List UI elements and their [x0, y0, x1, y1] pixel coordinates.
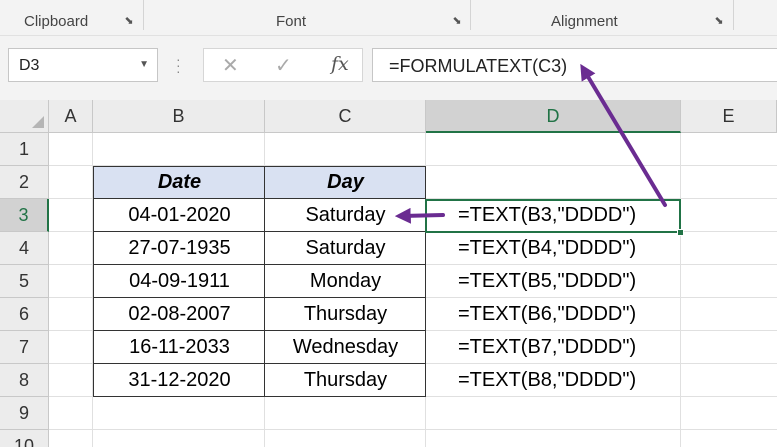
alignment-group-label: Alignment: [551, 13, 618, 30]
clipboard-launcher-icon[interactable]: ⬊: [123, 15, 135, 27]
row-header-3[interactable]: 3: [0, 199, 49, 232]
row-header-5[interactable]: 5: [0, 265, 49, 298]
formula-cell[interactable]: =TEXT(B7,"DDDD"): [426, 331, 681, 364]
day-cell[interactable]: Saturday: [265, 199, 426, 232]
day-cell[interactable]: Monday: [265, 265, 426, 298]
formula-bar: D3 ▼ · · · ✕ ✓ fx =FORMULATEXT(C3): [0, 36, 777, 100]
drag-handle-icon[interactable]: · · ·: [176, 52, 182, 78]
insert-function-icon[interactable]: fx: [331, 53, 349, 75]
date-cell[interactable]: 04-09-1911: [94, 265, 265, 298]
gridline: [92, 133, 93, 447]
group-separator: [733, 0, 734, 30]
row-header-8[interactable]: 8: [0, 364, 49, 397]
group-separator: [143, 0, 144, 30]
column-header-c[interactable]: C: [265, 100, 426, 133]
column-header-a[interactable]: A: [49, 100, 93, 133]
date-cell[interactable]: 16-11-2033: [94, 331, 265, 364]
table-border: [93, 264, 426, 265]
table-border: [93, 231, 426, 232]
row-header-6[interactable]: 6: [0, 298, 49, 331]
row-header-4[interactable]: 4: [0, 232, 49, 265]
gridline: [49, 429, 777, 430]
header-cell-day[interactable]: Day: [265, 166, 426, 199]
table-border: [93, 198, 426, 199]
name-box-value: D3: [19, 57, 40, 74]
formula-cell[interactable]: =TEXT(B5,"DDDD"): [426, 265, 681, 298]
formula-cell[interactable]: =TEXT(B8,"DDDD"): [426, 364, 681, 397]
row-header-9[interactable]: 9: [0, 397, 49, 430]
font-launcher-icon[interactable]: ⬊: [451, 15, 463, 27]
row-header-7[interactable]: 7: [0, 331, 49, 364]
confirm-icon[interactable]: ✓: [275, 53, 292, 78]
row-header-1[interactable]: 1: [0, 133, 49, 166]
table-border: [93, 363, 426, 364]
cancel-icon[interactable]: ✕: [222, 53, 239, 78]
table-border: [93, 297, 426, 298]
date-cell[interactable]: 02-08-2007: [94, 298, 265, 331]
day-cell[interactable]: Thursday: [265, 364, 426, 397]
column-header-e[interactable]: E: [681, 100, 777, 133]
row-header-10[interactable]: 10: [0, 430, 49, 447]
clipboard-group-label: Clipboard: [24, 13, 89, 30]
column-header-d[interactable]: D: [426, 100, 681, 133]
day-cell[interactable]: Thursday: [265, 298, 426, 331]
name-box[interactable]: D3 ▼: [8, 48, 158, 82]
formula-cell[interactable]: =TEXT(B6,"DDDD"): [426, 298, 681, 331]
formula-buttons: ✕ ✓ fx: [203, 48, 363, 82]
date-cell[interactable]: 27-07-1935: [94, 232, 265, 265]
day-cell[interactable]: Saturday: [265, 232, 426, 265]
ribbon: Clipboard ⬊ Font ⬊ Alignment ⬊: [0, 0, 777, 36]
day-cell[interactable]: Wednesday: [265, 331, 426, 364]
select-all-button[interactable]: [0, 100, 49, 133]
date-cell[interactable]: 31-12-2020: [94, 364, 265, 397]
table-border: [93, 330, 426, 331]
column-header-b[interactable]: B: [93, 100, 265, 133]
chevron-down-icon[interactable]: ▼: [139, 59, 149, 70]
formula-text: =FORMULATEXT(C3): [389, 56, 568, 76]
group-separator: [470, 0, 471, 30]
select-all-icon: [32, 116, 44, 128]
row-header-2[interactable]: 2: [0, 166, 49, 199]
formula-input[interactable]: =FORMULATEXT(C3): [372, 48, 777, 82]
alignment-launcher-icon[interactable]: ⬊: [713, 15, 725, 27]
formula-cell[interactable]: =TEXT(B3,"DDDD"): [426, 199, 681, 232]
header-cell-date[interactable]: Date: [94, 166, 265, 199]
font-group-label: Font: [276, 13, 307, 30]
date-cell[interactable]: 04-01-2020: [94, 199, 265, 232]
formula-cell[interactable]: =TEXT(B4,"DDDD"): [426, 232, 681, 265]
